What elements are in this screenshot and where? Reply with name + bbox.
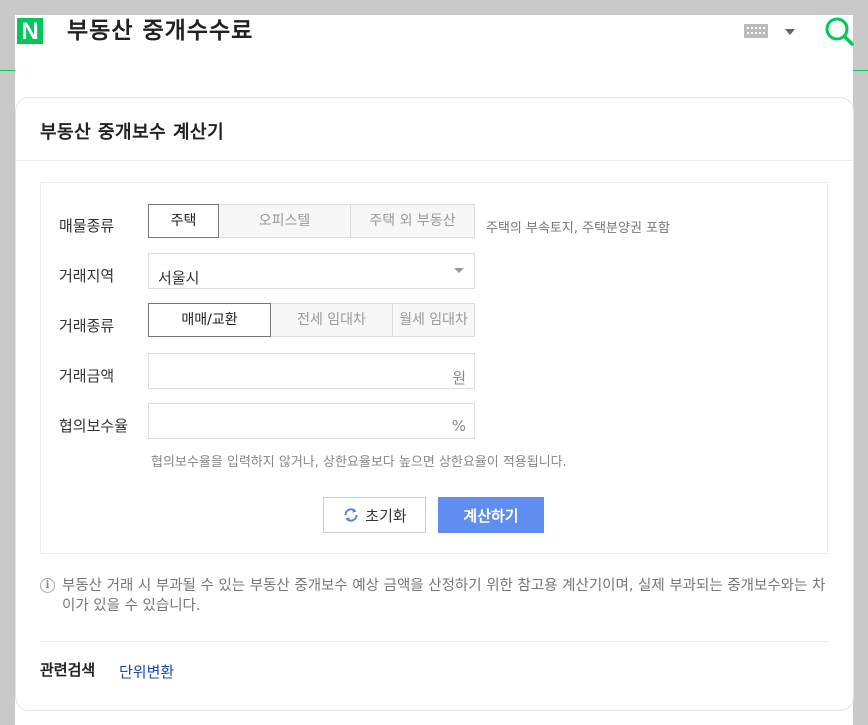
related-search-label: 관련검색 xyxy=(40,661,96,679)
tab-jeonse[interactable]: 전세 임대차 xyxy=(271,303,393,337)
keyboard-icon[interactable] xyxy=(744,24,768,38)
property-type-label: 매물종류 xyxy=(59,217,115,235)
tab-non-housing[interactable]: 주택 외 부동산 xyxy=(351,204,475,238)
search-icon[interactable] xyxy=(823,15,855,47)
header: N 부동산 중개수수료 xyxy=(15,15,855,70)
calculate-button[interactable]: 계산하기 xyxy=(438,497,544,533)
rate-unit: % xyxy=(451,417,466,435)
page: N 부동산 중개수수료 부동산 중개보수 계산기 매물종류 주택 오피스텔 주택… xyxy=(15,15,855,725)
property-type-tabs: 주택 오피스텔 주택 외 부동산 xyxy=(148,204,475,238)
tab-officetel[interactable]: 오피스텔 xyxy=(219,204,351,238)
tab-sale[interactable]: 매매/교환 xyxy=(148,303,271,337)
calculator-title: 부동산 중개보수 계산기 xyxy=(40,122,225,143)
tab-housing[interactable]: 주택 xyxy=(148,204,219,238)
refresh-icon xyxy=(344,508,358,522)
property-type-note: 주택의 부속토지, 주택분양권 포함 xyxy=(486,221,670,236)
calculator-card: 부동산 중개보수 계산기 매물종류 주택 오피스텔 주택 외 부동산 주택의 부… xyxy=(15,97,854,711)
deal-type-label: 거래종류 xyxy=(59,317,115,335)
deal-type-tabs: 매매/교환 전세 임대차 월세 임대차 xyxy=(148,303,475,337)
region-value: 서울시 xyxy=(158,269,200,287)
rate-hint: 협의보수율을 입력하지 않거나, 상한요율보다 높으면 상한요율이 적용됩니다. xyxy=(151,455,567,470)
page-title: 부동산 중개수수료 xyxy=(67,18,254,44)
reset-label: 초기화 xyxy=(365,506,407,525)
amount-unit: 원 xyxy=(452,369,466,387)
rate-input[interactable]: % xyxy=(148,403,475,439)
naver-logo[interactable]: N xyxy=(17,18,43,45)
disclaimer-text: 부동산 거래 시 부과될 수 있는 부동산 중개보수 예상 금액을 산정하기 위… xyxy=(62,578,826,614)
reset-button[interactable]: 초기화 xyxy=(323,497,426,533)
title-divider xyxy=(16,160,853,161)
amount-label: 거래금액 xyxy=(59,367,115,385)
rate-label: 협의보수율 xyxy=(59,417,129,435)
caret-down-icon[interactable] xyxy=(785,29,795,35)
chevron-down-icon xyxy=(454,268,464,273)
region-select[interactable]: 서울시 xyxy=(148,253,475,289)
tab-monthly-rent[interactable]: 월세 임대차 xyxy=(393,303,475,337)
related-link-unit-conversion[interactable]: 단위변환 xyxy=(119,661,174,682)
calculator-form: 매물종류 주택 오피스텔 주택 외 부동산 주택의 부속토지, 주택분양권 포함… xyxy=(40,182,828,554)
region-label: 거래지역 xyxy=(59,267,115,285)
info-icon: i xyxy=(40,578,55,593)
related-divider xyxy=(40,641,828,642)
amount-input[interactable]: 원 xyxy=(148,353,475,389)
